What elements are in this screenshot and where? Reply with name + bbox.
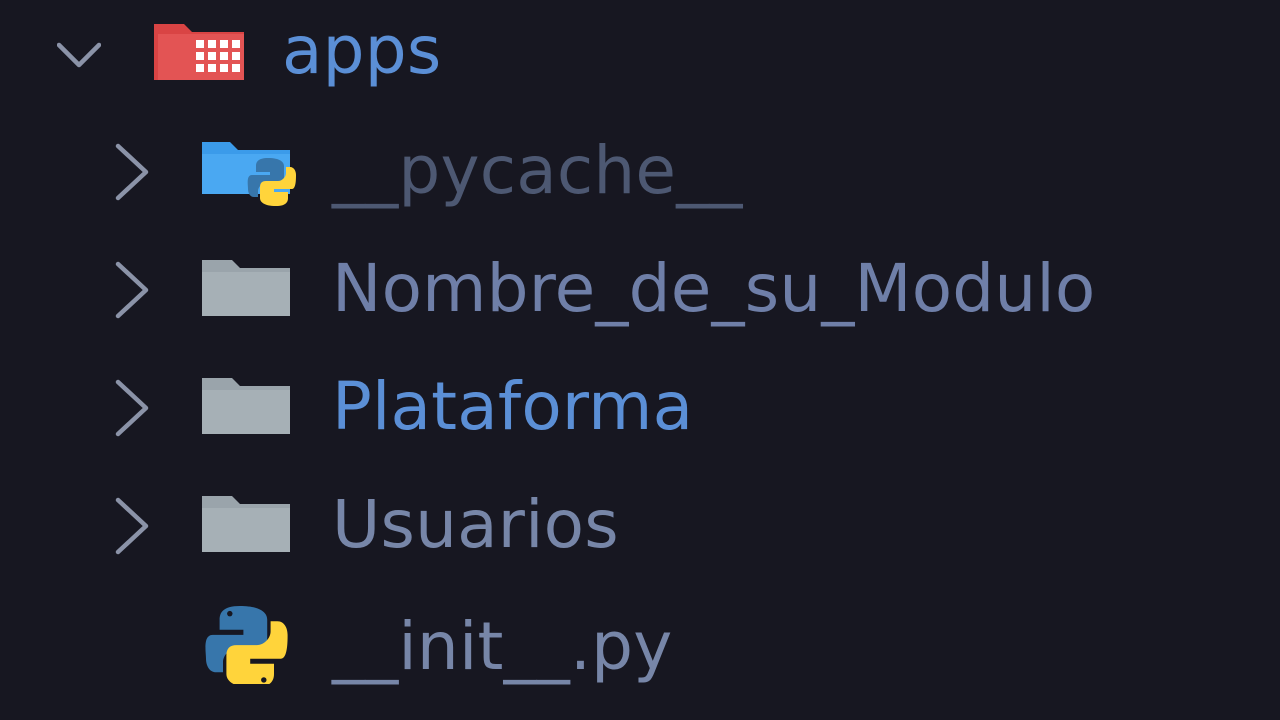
tree-item-label: apps bbox=[282, 12, 442, 89]
tree-item-apps[interactable]: apps bbox=[0, 0, 1280, 118]
tree-item-init-py[interactable]: __init__.py bbox=[0, 588, 1280, 706]
tree-item-label: Usuarios bbox=[332, 486, 619, 563]
chevron-down-icon[interactable] bbox=[57, 33, 101, 77]
tree-item-nombre-de-su-modulo[interactable]: Nombre_de_su_Modulo bbox=[0, 230, 1280, 348]
python-file-icon bbox=[204, 604, 300, 684]
folder-icon bbox=[200, 258, 296, 330]
file-explorer-tree: apps __pycache__ Nombre_de_su_Modulo Pla… bbox=[0, 0, 1280, 720]
chevron-right-icon[interactable] bbox=[112, 496, 156, 555]
folder-icon bbox=[200, 494, 296, 566]
folder-apps-open-icon bbox=[152, 20, 248, 92]
folder-icon bbox=[200, 376, 296, 448]
tree-item-pycache[interactable]: __pycache__ bbox=[0, 112, 1280, 230]
tree-item-label: __pycache__ bbox=[332, 132, 743, 209]
tree-item-label: Plataforma bbox=[332, 368, 694, 445]
tree-item-label: __init__.py bbox=[332, 608, 673, 685]
chevron-right-icon[interactable] bbox=[112, 260, 156, 319]
chevron-right-icon[interactable] bbox=[112, 142, 156, 201]
tree-item-usuarios[interactable]: Usuarios bbox=[0, 466, 1280, 584]
tree-item-label: Nombre_de_su_Modulo bbox=[332, 250, 1096, 327]
folder-python-icon bbox=[200, 138, 296, 210]
chevron-right-icon[interactable] bbox=[112, 378, 156, 437]
tree-item-plataforma[interactable]: Plataforma bbox=[0, 348, 1280, 466]
